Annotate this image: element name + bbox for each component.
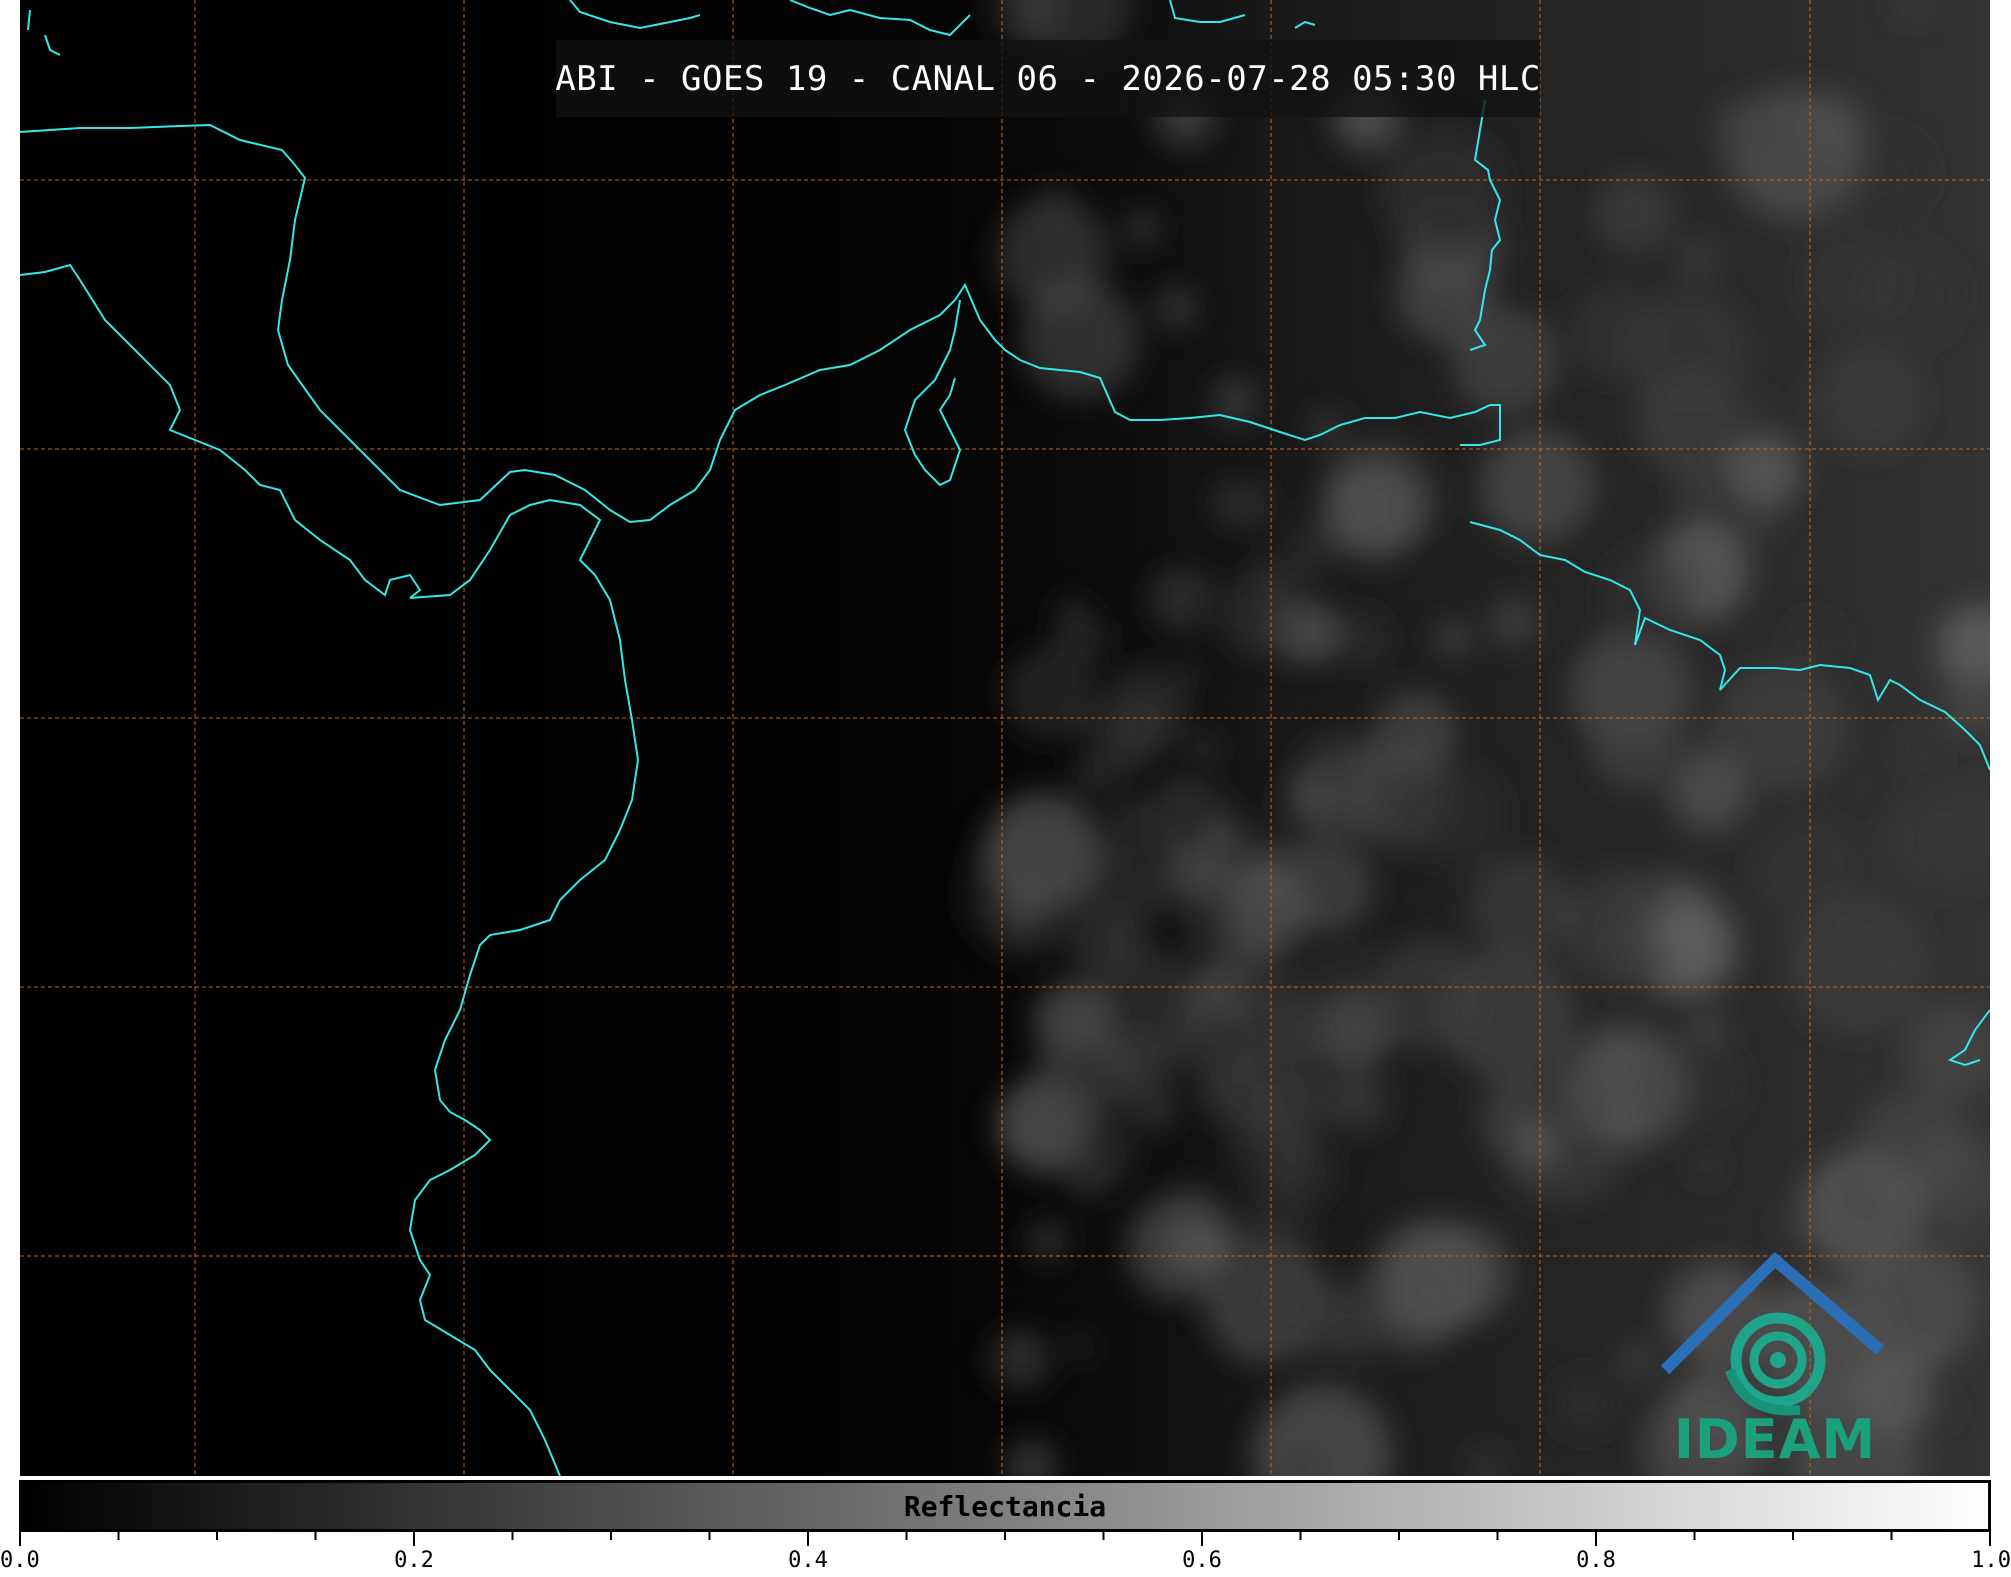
cloud-blob: [1803, 373, 1867, 437]
cloud-blob: [1636, 367, 1745, 476]
cloud-blob: [1070, 749, 1117, 797]
cloud-blob: [1788, 894, 1926, 1033]
cloud-blob: [1209, 480, 1254, 526]
cloud-blob: [1290, 521, 1342, 573]
cloud-blob: [983, 792, 1103, 913]
cloud-blob: [1373, 1220, 1491, 1338]
cloud-blob: [1323, 1065, 1393, 1134]
cloud-blob: [1160, 1181, 1223, 1244]
cloud-blob: [1284, 826, 1355, 897]
satellite-image: ABI - GOES 19 - CANAL 06 - 2026-07-28 05…: [20, 0, 1990, 1476]
cloud-blob: [1403, 762, 1506, 866]
cloud-blob: [1070, 702, 1105, 737]
cloud-blob: [1283, 773, 1337, 826]
cloud-blob: [1567, 284, 1662, 379]
cloud-blob: [1803, 93, 1867, 158]
cloud-blob: [1787, 614, 1841, 669]
cloud-blob: [1381, 130, 1504, 253]
colorbar-tick-label: 0.4: [788, 1548, 828, 1573]
cloud-blob: [1513, 1120, 1564, 1172]
cloud-blob: [995, 198, 1109, 312]
cloud-blob: [1480, 429, 1594, 543]
cloud-blob: [1333, 610, 1389, 666]
cloud-blob: [1149, 568, 1212, 630]
colorbar-ticks: 0.0 0.2 0.4 0.6 0.8 1.0: [0, 1532, 2011, 1577]
cloud-blob: [1718, 664, 1844, 790]
colorbar-tick-label: 0.8: [1576, 1548, 1616, 1573]
cloud-blob: [1552, 1371, 1617, 1436]
cloud-blob: [1069, 1119, 1135, 1185]
cloud-blob: [1591, 699, 1681, 789]
cloud-blob: [1253, 609, 1301, 657]
cloud-blob: [1742, 390, 1774, 423]
cloud-blob: [1308, 408, 1347, 447]
cloud-blob: [1621, 1344, 1654, 1378]
cloud-blob: [1595, 1041, 1644, 1090]
cloud-blob: [1677, 237, 1721, 280]
cloud-blob: [1187, 731, 1221, 765]
cloud-blob: [989, 1328, 1051, 1390]
ideam-emblem-icon: [1660, 1251, 1884, 1416]
colorbar-tick-marks: [19, 1532, 1991, 1546]
image-title: ABI - GOES 19 - CANAL 06 - 2026-07-28 05…: [555, 58, 1541, 99]
cloud-blob: [1435, 620, 1471, 656]
cloud-blob: [1487, 596, 1540, 648]
cloud-blob: [1716, 98, 1778, 161]
cloud-blob: [1315, 990, 1392, 1067]
cloud-blob: [1651, 908, 1700, 956]
cloud-blob: [1071, 948, 1104, 980]
cloud-blob: [1174, 663, 1200, 689]
cloud-blob: [1880, 793, 1980, 893]
colorbar-tick-label: 0.6: [1182, 1548, 1222, 1573]
cloud-blob: [1064, 1331, 1094, 1361]
cloud-blob: [1123, 210, 1160, 247]
cloud-blob: [1223, 1322, 1248, 1348]
cloud-blob: [1161, 776, 1199, 813]
ideam-logo: IDEAM: [1660, 1250, 1890, 1475]
cloud-blob: [1797, 226, 1908, 336]
cloud-blob: [1337, 482, 1390, 535]
cloud-blob: [1599, 547, 1699, 647]
cloud-blob: [1774, 1206, 1810, 1241]
colorbar-label: Reflectancia: [903, 1489, 1107, 1523]
cloud-blob: [1395, 246, 1493, 344]
cloud-blob: [1233, 980, 1315, 1062]
cloud-blob: [1026, 1219, 1069, 1262]
cloud-blob: [1593, 172, 1674, 254]
cloud-blob: [1225, 1054, 1258, 1088]
cloud-blob: [1155, 286, 1199, 330]
cloud-blob: [1104, 1028, 1168, 1093]
cloud-blob: [1833, 1174, 1886, 1228]
cloud-blob: [1331, 1268, 1390, 1326]
cloud-blob: [1099, 907, 1150, 959]
colorbar-tick-label: 1.0: [1971, 1548, 2011, 1573]
cloud-blob: [1610, 1099, 1642, 1132]
colorbar-tick-label: 0.0: [0, 1548, 40, 1573]
cloud-blob: [1691, 1151, 1723, 1183]
cloud-blob: [1235, 1194, 1312, 1270]
cloud-blob: [1896, 729, 1940, 773]
cloud-blob: [1133, 871, 1177, 915]
colorbar: Reflectancia: [19, 1480, 1991, 1532]
logo-text: IDEAM: [1673, 1408, 1877, 1471]
title-banner: ABI - GOES 19 - CANAL 06 - 2026-07-28 05…: [555, 40, 1541, 117]
cloud-blob: [1466, 853, 1573, 960]
cloud-blob: [1232, 1110, 1313, 1191]
colorbar-tick-label: 0.2: [394, 1548, 434, 1573]
cloud-blob: [1052, 611, 1108, 667]
cloud-blob: [1167, 1008, 1216, 1058]
